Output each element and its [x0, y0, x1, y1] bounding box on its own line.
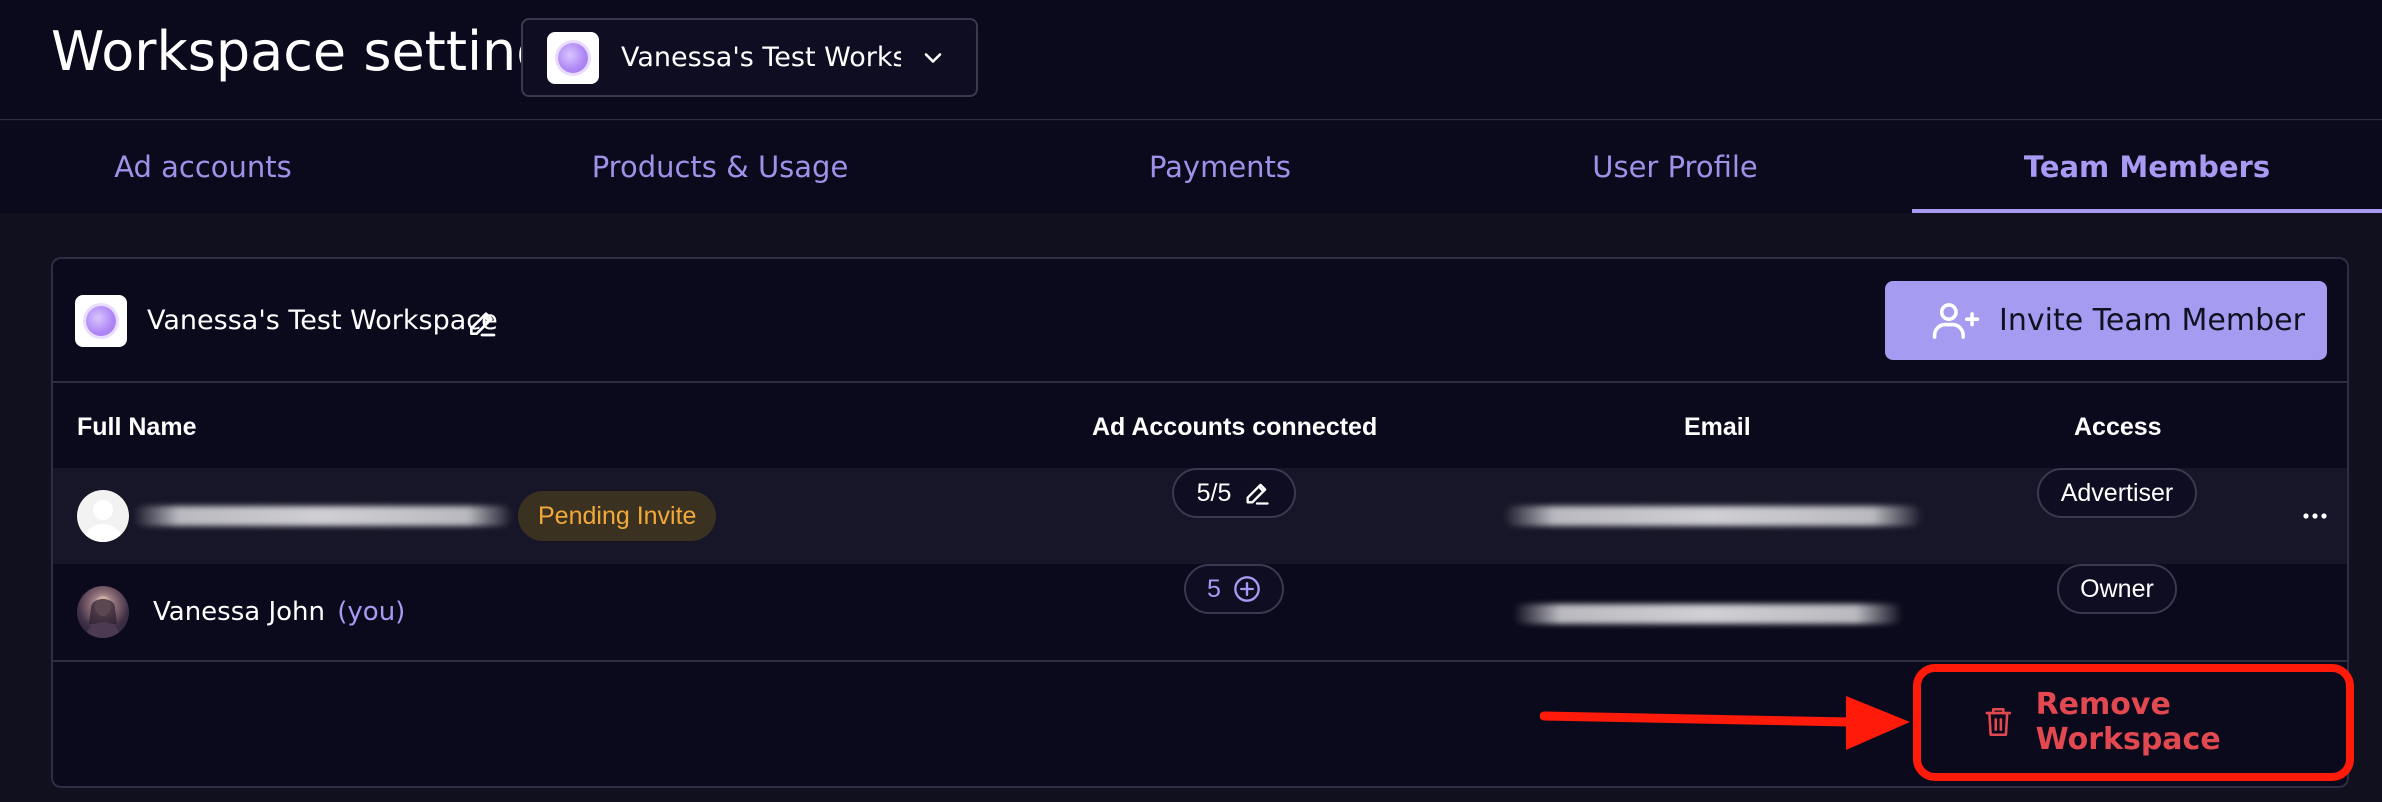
chevron-down-icon: [924, 52, 942, 63]
redacted-email: [1513, 604, 1903, 624]
card-header: Vanessa's Test Workspace Invite Team Mem…: [53, 259, 2347, 383]
redacted-name: [133, 506, 513, 526]
access-label: Advertiser: [2060, 478, 2174, 507]
team-members-card: Vanessa's Test Workspace Invite Team Mem…: [51, 257, 2349, 788]
pencil-icon[interactable]: [466, 307, 498, 339]
tab-ad-accounts[interactable]: Ad accounts: [60, 121, 346, 213]
ad-accounts-pill[interactable]: 5/5: [1172, 468, 1296, 518]
tab-team-members[interactable]: Team Members: [1912, 121, 2382, 213]
table-row: Vanessa John (you) 5 Owner: [53, 564, 2347, 662]
status-badge: Pending Invite: [518, 491, 717, 541]
tab-payments[interactable]: Payments: [1120, 121, 1320, 213]
more-options-icon[interactable]: [2301, 506, 2329, 526]
workspace-select-label: Vanessa's Test Worksp...: [621, 42, 901, 73]
tab-user-profile[interactable]: User Profile: [1560, 121, 1790, 213]
access-pill[interactable]: Advertiser: [2037, 468, 2197, 518]
access-label: Owner: [2080, 574, 2154, 603]
workspace-name: Vanessa's Test Workspace: [147, 305, 498, 336]
column-header-access: Access: [2074, 413, 2162, 441]
invite-team-member-label: Invite Team Member: [1999, 303, 2305, 338]
member-name: Vanessa John (you): [153, 597, 405, 627]
ad-accounts-pill[interactable]: 5: [1184, 564, 1284, 614]
trash-icon: [1985, 707, 2012, 737]
member-name-text: Vanessa John: [153, 597, 325, 627]
remove-workspace-label: Remove Workspace: [2035, 687, 2221, 757]
header: Workspace settings Vanessa's Test Worksp…: [0, 0, 2382, 120]
user-plus-icon: [1932, 302, 1980, 339]
access-pill[interactable]: Owner: [2057, 564, 2177, 614]
tab-bar: Ad accounts Products & Usage Payments Us…: [0, 121, 2382, 213]
you-tag: (you): [337, 597, 406, 627]
invite-team-member-button[interactable]: Invite Team Member: [1885, 281, 2327, 360]
table-header: Full Name Ad Accounts connected Email Ac…: [53, 385, 2347, 473]
page-title: Workspace settings: [51, 20, 579, 83]
column-header-full-name: Full Name: [77, 413, 197, 441]
column-header-ad-accounts: Ad Accounts connected: [1092, 413, 1378, 441]
ad-accounts-count: 5/5: [1196, 478, 1232, 507]
workspace-logo: [75, 295, 127, 347]
remove-workspace-button[interactable]: Remove Workspace: [1953, 677, 2333, 767]
workspace-logo: [547, 31, 599, 84]
ad-accounts-count: 5: [1207, 574, 1221, 603]
plus-circle-icon: [1234, 576, 1260, 602]
pencil-icon: [1246, 483, 1270, 505]
avatar: [77, 586, 129, 638]
table-row: Pending Invite 5/5 Advertiser: [53, 468, 2347, 564]
workspace-select[interactable]: Vanessa's Test Worksp...: [521, 18, 978, 97]
column-header-email: Email: [1684, 413, 1751, 441]
tab-products-usage[interactable]: Products & Usage: [560, 121, 880, 213]
redacted-email: [1503, 506, 1923, 526]
avatar: [77, 490, 129, 542]
